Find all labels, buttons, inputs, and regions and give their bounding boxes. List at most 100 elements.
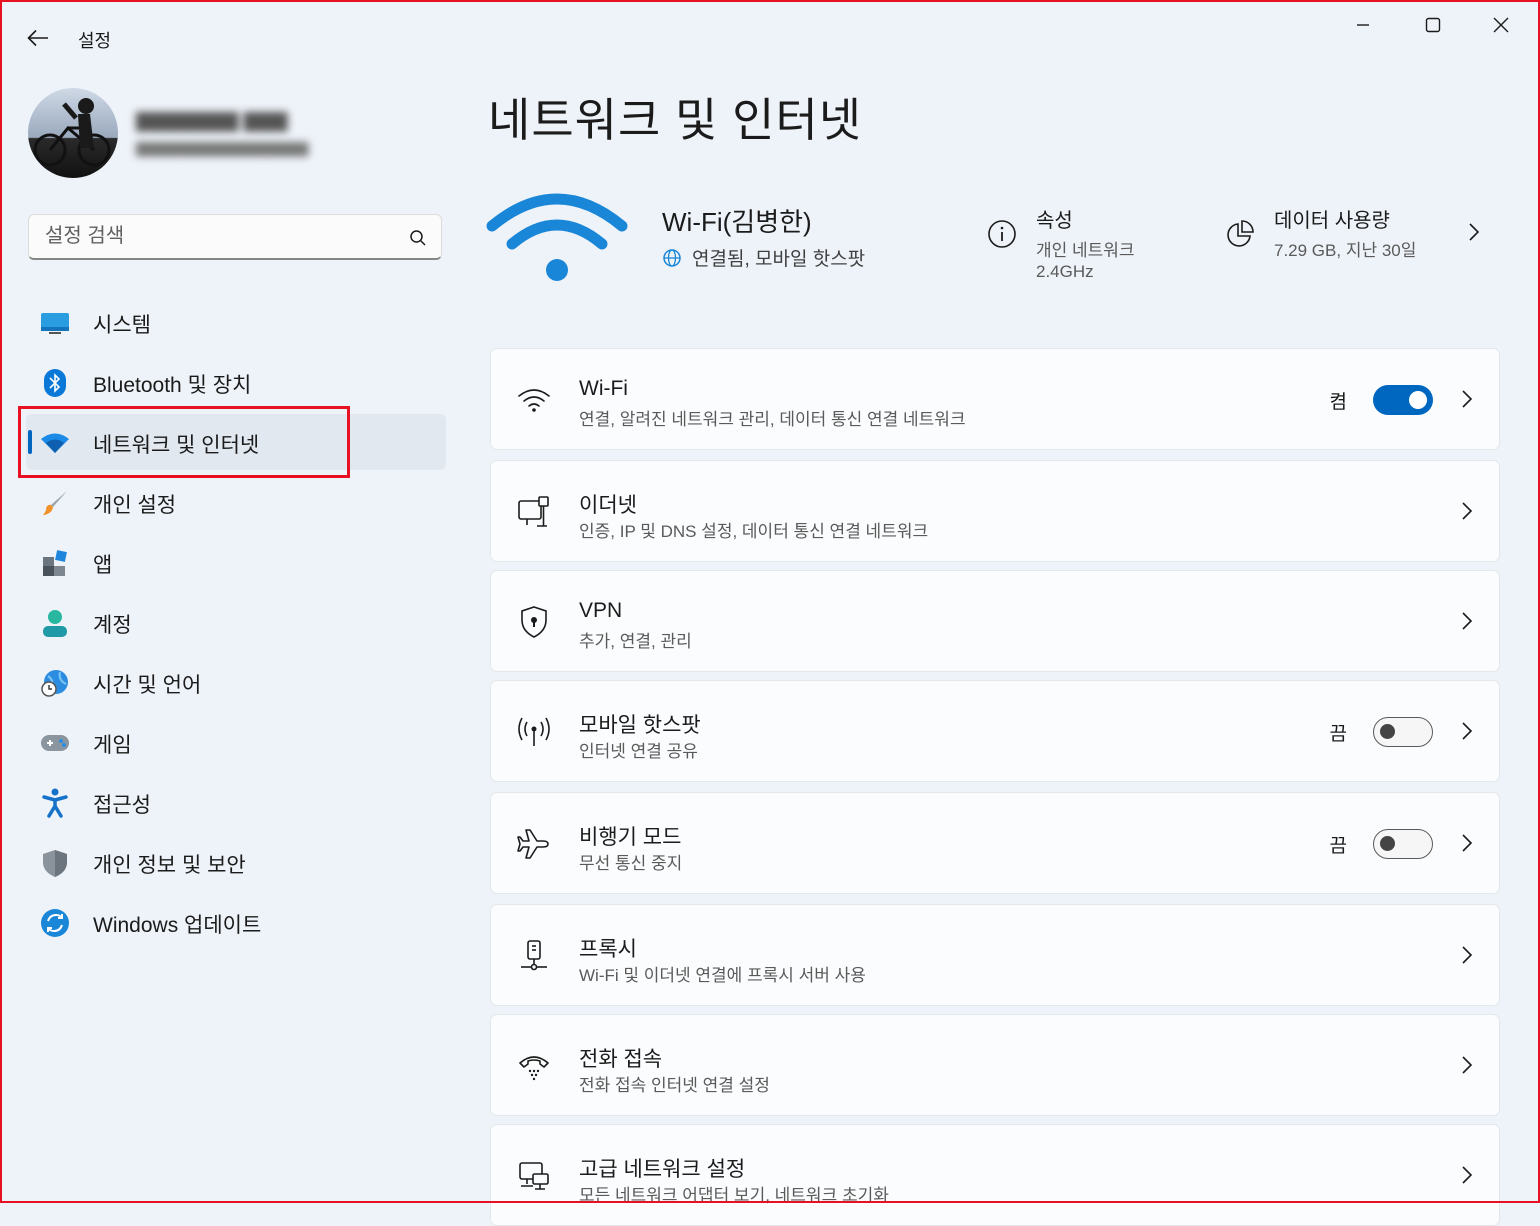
sidebar-item-update[interactable]: Windows 업데이트 (26, 894, 446, 950)
minimize-button[interactable] (1340, 10, 1386, 40)
network-adapter-icon (515, 1157, 553, 1195)
wifi-icon (40, 428, 70, 458)
profile-email: ▇▇▇▇▇▇▇▇▇▇▇▇▇▇▇▇ (136, 140, 309, 156)
minimize-icon (1357, 24, 1369, 26)
data-usage-link[interactable]: 데이터 사용량 (1274, 204, 1390, 233)
card-title: 비행기 모드 (579, 826, 682, 849)
sidebar-item-bluetooth[interactable]: Bluetooth 및 장치 (26, 354, 446, 410)
shield-icon (40, 848, 70, 878)
accessibility-icon (40, 788, 70, 818)
card-subtitle: 추가, 연결, 관리 (579, 632, 692, 651)
wifi-icon (515, 381, 553, 419)
sidebar-item-label: 게임 (93, 734, 132, 757)
airplane-icon (515, 825, 553, 863)
properties-band: 2.4GHz (1036, 262, 1094, 281)
chevron-right-icon[interactable] (1461, 1165, 1473, 1185)
sidebar-item-label: 계정 (93, 614, 132, 637)
card-hotspot[interactable]: 모바일 핫스팟 인터넷 연결 공유 끔 (490, 680, 1500, 782)
sidebar-item-label: Windows 업데이트 (93, 914, 262, 937)
toggle-state-label: 끔 (1329, 836, 1347, 857)
card-ethernet[interactable]: 이더넷 인증, IP 및 DNS 설정, 데이터 통신 연결 네트워크 (490, 460, 1500, 562)
sidebar-item-privacy[interactable]: 개인 정보 및 보안 (26, 834, 446, 890)
active-indicator (28, 430, 32, 454)
sidebar-item-apps[interactable]: 앱 (26, 534, 446, 590)
card-title: 프록시 (579, 938, 637, 961)
card-title: Wi-Fi (579, 377, 628, 400)
chevron-right-icon[interactable] (1461, 611, 1473, 631)
card-dialup[interactable]: 전화 접속 전화 접속 인터넷 연결 설정 (490, 1014, 1500, 1116)
card-subtitle: 전화 접속 인터넷 연결 설정 (579, 1076, 770, 1095)
back-button[interactable] (24, 24, 52, 52)
pie-chart-icon[interactable] (1224, 218, 1256, 250)
search-box[interactable] (28, 214, 442, 260)
hotspot-toggle[interactable] (1373, 717, 1433, 747)
app-title: 설정 (78, 31, 112, 51)
back-arrow-icon (27, 29, 48, 47)
airplane-mode-toggle[interactable] (1373, 829, 1433, 859)
card-subtitle: Wi-Fi 및 이더넷 연결에 프록시 서버 사용 (579, 966, 866, 985)
search-input[interactable] (43, 224, 397, 249)
sidebar-item-gaming[interactable]: 게임 (26, 714, 446, 770)
wifi-toggle[interactable] (1373, 385, 1433, 415)
card-subtitle: 무선 통신 중지 (579, 854, 683, 873)
network-name: Wi-Fi(김병한) (662, 207, 812, 237)
search-icon[interactable] (409, 229, 427, 247)
sidebar-nav: 시스템 Bluetooth 및 장치 네트워크 및 인터넷 개인 설정 앱 계정 (26, 294, 446, 954)
sidebar-item-label: 개인 설정 (93, 494, 177, 517)
hotspot-icon (515, 713, 553, 751)
sidebar-item-accounts[interactable]: 계정 (26, 594, 446, 650)
properties-link[interactable]: 속성 (1036, 204, 1073, 233)
sidebar-item-system[interactable]: 시스템 (26, 294, 446, 350)
info-icon[interactable] (986, 218, 1018, 250)
chevron-right-icon[interactable] (1461, 945, 1473, 965)
sidebar-item-time[interactable]: 시간 및 언어 (26, 654, 446, 710)
toggle-state-label: 켬 (1329, 392, 1347, 413)
chevron-right-icon[interactable] (1461, 389, 1473, 409)
phone-icon (515, 1047, 553, 1085)
update-icon (40, 908, 70, 938)
avatar-image (33, 98, 111, 167)
network-status-text: 연결됨, 모바일 핫스팟 (692, 249, 866, 270)
toggle-state-label: 끔 (1329, 724, 1347, 745)
card-title: 이더넷 (579, 494, 637, 517)
chevron-right-icon[interactable] (1468, 222, 1480, 242)
maximize-button[interactable] (1410, 10, 1456, 40)
chevron-right-icon[interactable] (1461, 833, 1473, 853)
sidebar-item-label: 접근성 (93, 794, 151, 817)
chevron-right-icon[interactable] (1461, 1055, 1473, 1075)
close-icon (1493, 17, 1509, 33)
card-title: VPN (579, 599, 623, 622)
sidebar-item-personalization[interactable]: 개인 설정 (26, 474, 446, 530)
properties-network-type: 개인 네트워크 (1036, 241, 1135, 260)
card-subtitle: 모든 네트워크 어댑터 보기, 네트워크 초기화 (579, 1186, 889, 1205)
vpn-shield-icon (515, 603, 553, 641)
card-airplane-mode[interactable]: 비행기 모드 무선 통신 중지 끔 (490, 792, 1500, 894)
sidebar-item-accessibility[interactable]: 접근성 (26, 774, 446, 830)
data-usage-value: 7.29 GB, 지난 30일 (1274, 241, 1417, 260)
proxy-icon (515, 937, 553, 975)
avatar[interactable] (28, 88, 118, 178)
apps-icon (40, 548, 70, 578)
sidebar-item-label: 개인 정보 및 보안 (93, 854, 246, 877)
close-button[interactable] (1478, 10, 1524, 40)
bluetooth-icon (40, 368, 70, 398)
person-icon (40, 608, 70, 638)
globe-clock-icon (40, 668, 70, 698)
card-vpn[interactable]: VPN 추가, 연결, 관리 (490, 570, 1500, 672)
chevron-right-icon[interactable] (1461, 501, 1473, 521)
chevron-right-icon[interactable] (1461, 721, 1473, 741)
card-advanced-network[interactable]: 고급 네트워크 설정 모든 네트워크 어댑터 보기, 네트워크 초기화 (490, 1124, 1500, 1226)
wifi-signal-icon (486, 193, 628, 281)
maximize-icon (1425, 17, 1441, 33)
card-proxy[interactable]: 프록시 Wi-Fi 및 이더넷 연결에 프록시 서버 사용 (490, 904, 1500, 1006)
sidebar-item-label: 시간 및 언어 (93, 674, 202, 697)
brush-icon (40, 488, 70, 518)
card-wifi[interactable]: Wi-Fi 연결, 알려진 네트워크 관리, 데이터 통신 연결 네트워크 켬 (490, 348, 1500, 450)
card-title: 전화 접속 (579, 1048, 663, 1071)
ethernet-icon (515, 493, 553, 531)
sidebar-item-network[interactable]: 네트워크 및 인터넷 (26, 414, 446, 470)
page-title: 네트워크 및 인터넷 (488, 94, 863, 146)
profile-name: ▇▇▇▇▇▇▇ ▇▇▇ (136, 111, 288, 132)
card-subtitle: 인터넷 연결 공유 (579, 742, 698, 761)
sidebar-item-label: 네트워크 및 인터넷 (93, 434, 260, 457)
